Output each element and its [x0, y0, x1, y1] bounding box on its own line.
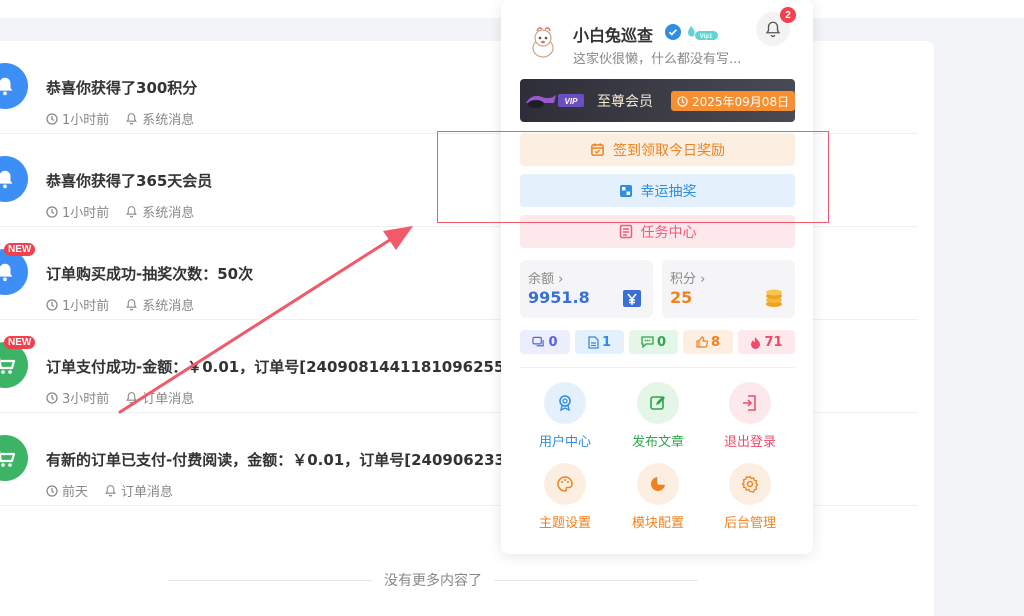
- messages-counter[interactable]: 0: [629, 330, 678, 354]
- clock-icon: [46, 484, 58, 497]
- points-card[interactable]: 积分 › 25: [662, 260, 795, 318]
- thumbs-up-icon: [696, 336, 708, 348]
- message-category[interactable]: 订单消息: [142, 388, 194, 407]
- document-icon: [588, 335, 599, 349]
- clock-icon: [46, 205, 58, 218]
- balance-card[interactable]: 余额 › 9951.8: [520, 260, 653, 318]
- message-title[interactable]: 订单购买成功-抽奖次数：50次: [46, 263, 253, 284]
- balance-value: 9951.8: [528, 288, 590, 307]
- bell-outline-icon: [126, 206, 138, 218]
- highlight-box: [437, 131, 829, 223]
- divider-line: [168, 579, 372, 581]
- bell-icon: [765, 21, 781, 38]
- vip-level-icon: Vip1: [688, 26, 718, 40]
- username[interactable]: 小白兔巡查: [573, 22, 653, 46]
- logout-link[interactable]: 退出登录: [707, 382, 797, 452]
- logout-label: 退出登录: [723, 435, 776, 450]
- clock-icon: [46, 298, 58, 311]
- chat-icon: [641, 336, 654, 348]
- stat-counters: 0 1 0 8 71: [520, 330, 795, 356]
- message-title[interactable]: 恭喜你获得了300积分: [46, 77, 197, 98]
- comments-icon: [532, 336, 545, 347]
- message-time: 1小时前: [62, 113, 110, 128]
- posts-count: 1: [601, 334, 612, 350]
- heat-count: 71: [764, 334, 783, 350]
- palette-icon: [544, 463, 586, 505]
- task-center-label: 任务中心: [640, 224, 697, 241]
- new-badge: NEW: [4, 336, 36, 349]
- avatar[interactable]: [521, 20, 565, 64]
- message-time: 3小时前: [62, 392, 110, 407]
- heat-counter[interactable]: 71: [738, 330, 795, 354]
- wallet-yen-icon: [623, 290, 641, 307]
- divider-line: [494, 579, 698, 581]
- logout-icon: [729, 382, 771, 424]
- likes-count: 8: [710, 334, 721, 350]
- likes-counter[interactable]: 8: [683, 330, 733, 354]
- flame-icon: [751, 336, 761, 349]
- publish-article-label: 发布文章: [631, 435, 684, 450]
- message-category[interactable]: 订单消息: [121, 481, 173, 500]
- new-badge: NEW: [4, 243, 36, 256]
- cart-icon: [0, 435, 28, 481]
- user-dropdown-panel: 小白兔巡查 Vip1 这家伙很懒，什么都没有写... 2 VIP 至尊会员 20…: [501, 0, 813, 554]
- user-badge-icon: [544, 382, 586, 424]
- message-title[interactable]: 恭喜你获得了365天会员: [46, 170, 212, 191]
- message-category[interactable]: 系统消息: [142, 295, 194, 314]
- message-time: 前天: [62, 485, 89, 500]
- user-center-label: 用户中心: [538, 435, 591, 450]
- coins-icon: [766, 289, 782, 307]
- publish-article-link[interactable]: 发布文章: [615, 382, 705, 452]
- bell-outline-icon: [105, 485, 116, 497]
- bell-icon: [0, 63, 28, 109]
- bell-icon: [0, 156, 28, 202]
- clock-icon: [677, 95, 688, 107]
- vip-expiry-badge: 2025年09月08日: [671, 91, 796, 111]
- vip-label: 至尊会员: [597, 94, 653, 110]
- message-category[interactable]: 系统消息: [142, 109, 194, 128]
- svg-text:Vip1: Vip1: [700, 34, 713, 40]
- messages-count: 0: [656, 334, 667, 350]
- message-time: 1小时前: [62, 206, 110, 221]
- vip-expiry-date: 2025年09月08日: [692, 94, 790, 109]
- posts-counter[interactable]: 1: [575, 330, 624, 354]
- user-center-link[interactable]: 用户中心: [522, 382, 612, 452]
- no-more-content: 没有更多内容了: [168, 570, 698, 590]
- edit-icon: [637, 382, 679, 424]
- divider: [520, 367, 795, 368]
- bell-outline-icon: [126, 299, 138, 311]
- theme-settings-link[interactable]: 主题设置: [522, 463, 612, 533]
- theme-settings-label: 主题设置: [538, 516, 591, 531]
- message-category[interactable]: 系统消息: [142, 202, 194, 221]
- user-signature: 这家伙很懒，什么都没有写...: [573, 52, 742, 67]
- vip-membership-bar[interactable]: VIP 至尊会员 2025年09月08日: [520, 79, 796, 122]
- admin-panel-label: 后台管理: [723, 516, 776, 531]
- admin-panel-link[interactable]: 后台管理: [707, 463, 797, 533]
- balance-label: 余额 ›: [528, 272, 564, 287]
- module-config-link[interactable]: 模块配置: [615, 463, 705, 533]
- module-config-label: 模块配置: [631, 516, 684, 531]
- message-time: 1小时前: [62, 299, 110, 314]
- clock-icon: [46, 391, 58, 404]
- message-title[interactable]: 有新的订单已支付-付费阅读，金额：￥0.01，订单号[240906233: [46, 449, 505, 470]
- points-value: 25: [670, 288, 693, 307]
- points-label: 积分 ›: [670, 272, 706, 287]
- comments-counter[interactable]: 0: [520, 330, 570, 354]
- vip-crown-icon: VIP: [526, 94, 584, 108]
- comments-count: 0: [548, 334, 558, 350]
- gear-icon: [729, 463, 771, 505]
- message-title[interactable]: 订单支付成功-金额：￥0.01，订单号[2409081441181096255]: [46, 356, 511, 377]
- task-list-icon: [619, 224, 632, 239]
- notification-count-badge: 2: [780, 7, 796, 23]
- bell-outline-icon: [126, 113, 138, 125]
- pie-chart-icon: [637, 463, 679, 505]
- no-more-text: 没有更多内容了: [384, 573, 482, 589]
- bell-outline-icon: [126, 392, 138, 404]
- vip-tag-text: VIP: [565, 97, 579, 106]
- clock-icon: [46, 112, 58, 125]
- verified-icon: [665, 24, 681, 40]
